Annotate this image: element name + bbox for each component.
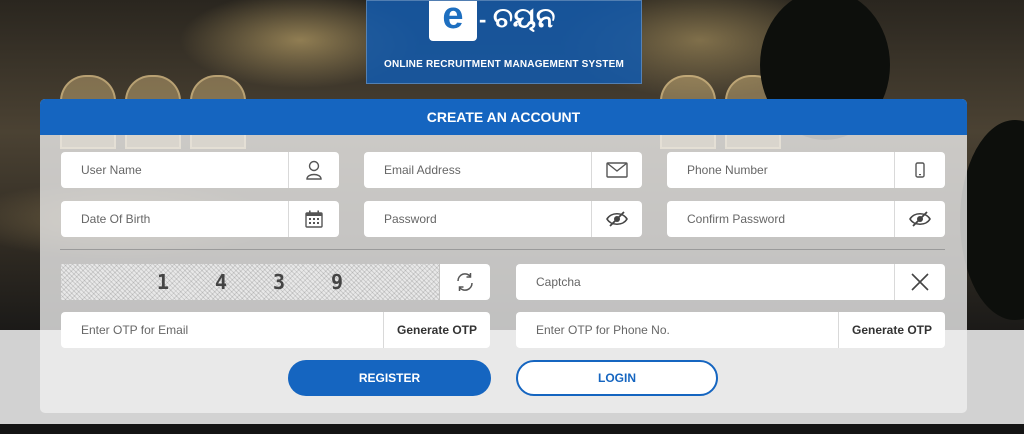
eye-slash-icon[interactable] <box>894 201 945 237</box>
refresh-captcha-button[interactable] <box>440 264 490 300</box>
create-account-card: CREATE AN ACCOUNT User Name Email Addres… <box>40 99 967 413</box>
form-divider <box>60 249 945 250</box>
password-field <box>364 201 642 237</box>
close-icon[interactable] <box>894 264 945 300</box>
captcha-field <box>516 264 945 300</box>
generate-email-otp-button[interactable]: Generate OTP <box>383 312 490 348</box>
phone-otp-field: Generate OTP <box>516 312 945 348</box>
email-field <box>364 152 642 188</box>
dob-input[interactable] <box>61 201 289 237</box>
email-otp-input[interactable] <box>61 312 384 348</box>
phone-field <box>667 152 945 188</box>
refresh-icon <box>457 273 473 291</box>
logo-dash: - <box>479 7 487 32</box>
eye-slash-icon[interactable] <box>591 201 642 237</box>
login-button[interactable]: LOGIN <box>516 360 718 396</box>
email-otp-field: Generate OTP <box>61 312 490 348</box>
password-input[interactable] <box>364 201 592 237</box>
email-input[interactable] <box>364 152 592 188</box>
phone-input[interactable] <box>667 152 895 188</box>
confirm-password-input[interactable] <box>667 201 895 237</box>
mobile-icon <box>894 152 945 188</box>
logo-tagline: ONLINE RECRUITMENT MANAGEMENT SYSTEM <box>384 59 624 70</box>
form-title: CREATE AN ACCOUNT <box>40 99 967 135</box>
tree <box>960 120 1024 320</box>
calendar-icon[interactable] <box>288 201 339 237</box>
bottom-bar <box>0 424 1024 434</box>
captcha-digit: 3 <box>273 270 286 294</box>
confirm-password-field <box>667 201 945 237</box>
dob-field <box>61 201 339 237</box>
generate-phone-otp-button[interactable]: Generate OTP <box>838 312 945 348</box>
captcha-image: 1 4 3 9 <box>61 264 439 300</box>
captcha-digit: 4 <box>214 270 227 294</box>
captcha-digit: 9 <box>331 270 344 294</box>
phone-otp-input[interactable] <box>516 312 839 348</box>
logo-mark: e <box>429 0 477 41</box>
e-chayan-logo: e - ଚୟନ ONLINE RECRUITMENT MANAGEMENT SY… <box>366 0 642 84</box>
register-button[interactable]: REGISTER <box>288 360 491 396</box>
logo-brand-script: ଚୟନ <box>493 2 556 33</box>
user-name-input[interactable] <box>61 152 289 188</box>
user-icon <box>288 152 339 188</box>
captcha-input[interactable] <box>516 264 895 300</box>
envelope-icon <box>591 152 642 188</box>
captcha-digit: 1 <box>156 270 169 294</box>
user-name-field <box>61 152 339 188</box>
